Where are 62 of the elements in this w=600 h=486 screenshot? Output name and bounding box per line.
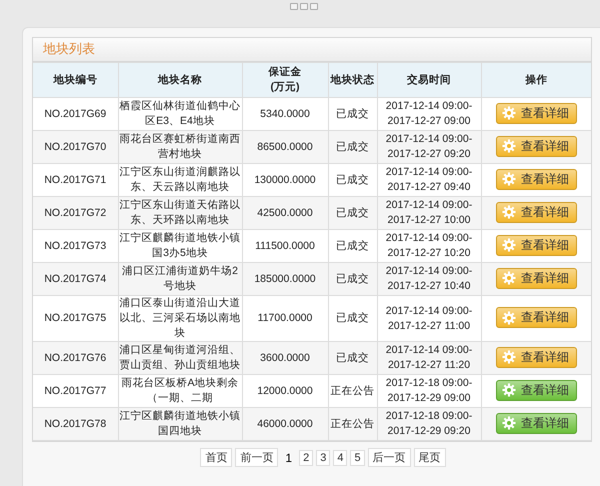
status-cell: 正在公告 — [328, 408, 377, 440]
page-nav-link[interactable]: 后一页 — [368, 448, 411, 467]
column-header: 保证金 (万元) — [242, 62, 328, 98]
column-header: 地块名称 — [118, 62, 242, 98]
page-number-link[interactable]: 5 — [350, 450, 365, 466]
page-number-link[interactable]: 1 — [281, 448, 296, 466]
view-details-button[interactable]: 查看详细 — [496, 168, 577, 190]
column-header: 交易时间 — [377, 62, 481, 98]
page-nav-link[interactable]: 尾页 — [414, 448, 446, 467]
page-number-link[interactable]: 3 — [316, 450, 330, 466]
status-cell: 已成交 — [328, 196, 377, 230]
page-nav-link[interactable]: 首页 — [200, 448, 232, 467]
gear-icon — [502, 383, 516, 398]
gear-icon — [502, 350, 516, 364]
view-details-button[interactable]: 查看详细 — [496, 412, 577, 434]
block-name-cell: 雨花台区赛虹桥街道南西营村地块 — [118, 130, 242, 164]
view-details-button[interactable]: 查看详细 — [496, 307, 577, 328]
block-code-cell: NO.2017G74 — [33, 262, 118, 296]
page-number-link[interactable]: 4 — [333, 450, 348, 466]
view-details-button[interactable]: 查看详细 — [496, 136, 577, 157]
gear-icon — [502, 205, 516, 220]
status-cell: 已成交 — [328, 342, 377, 374]
view-details-button[interactable]: 查看详细 — [496, 380, 577, 401]
page-nav-link[interactable]: 前一页 — [235, 448, 278, 467]
gear-icon — [502, 106, 516, 120]
trade-time-cell: 2017-12-14 09:00- 2017-12-27 09:20 — [377, 130, 481, 164]
column-header: 地块编号 — [33, 62, 118, 98]
view-details-button[interactable]: 查看详细 — [496, 234, 577, 256]
trade-time-cell: 2017-12-14 09:00- 2017-12-27 10:00 — [377, 196, 481, 230]
gear-icon — [502, 139, 516, 154]
deposit-cell: 86500.0000 — [242, 130, 328, 164]
status-cell: 已成交 — [328, 130, 377, 164]
trade-time-cell: 2017-12-14 09:00- 2017-12-27 11:20 — [377, 342, 481, 374]
deposit-cell: 42500.0000 — [242, 196, 328, 230]
deposit-cell: 185000.0000 — [242, 262, 328, 296]
gear-icon — [502, 310, 516, 325]
view-details-button[interactable]: 查看详细 — [496, 268, 577, 289]
trade-time-cell: 2017-12-14 09:00- 2017-12-27 10:40 — [377, 262, 481, 296]
status-cell: 已成交 — [328, 262, 377, 296]
block-code-cell: NO.2017G72 — [33, 196, 118, 230]
gear-icon — [502, 271, 516, 286]
column-header: 地块状态 — [328, 62, 377, 98]
column-header: 操作 — [481, 62, 591, 98]
deposit-cell: 46000.0000 — [242, 408, 328, 440]
block-code-cell: NO.2017G76 — [33, 342, 118, 374]
block-name-cell: 江宁区东山街道天佑路以东、天环路以南地块 — [118, 196, 242, 230]
view-details-button[interactable]: 查看详细 — [496, 102, 577, 124]
gear-icon — [502, 238, 516, 252]
block-name-cell: 江宁区麒麟街道地铁小镇国四地块 — [118, 408, 242, 440]
panel-title: 地块列表 — [33, 38, 591, 62]
drag-handle-icon[interactable] — [290, 3, 318, 10]
block-name-cell: 浦口区江浦街道奶牛场2号地块 — [118, 262, 242, 296]
block-name-cell: 浦口区星甸街道河沿组、贾山贡组、孙山贡组地块 — [118, 342, 242, 374]
trade-time-cell: 2017-12-18 09:00- 2017-12-29 09:20 — [377, 408, 481, 440]
deposit-cell: 3600.0000 — [242, 342, 328, 374]
view-details-button[interactable]: 查看详细 — [496, 202, 577, 223]
page-number-link[interactable]: 2 — [299, 450, 314, 466]
block-code-cell: NO.2017G70 — [33, 130, 118, 164]
block-code-cell: NO.2017G78 — [33, 408, 118, 440]
view-details-button[interactable]: 查看详细 — [496, 346, 577, 368]
gear-icon — [502, 172, 516, 186]
gear-icon — [502, 416, 516, 430]
